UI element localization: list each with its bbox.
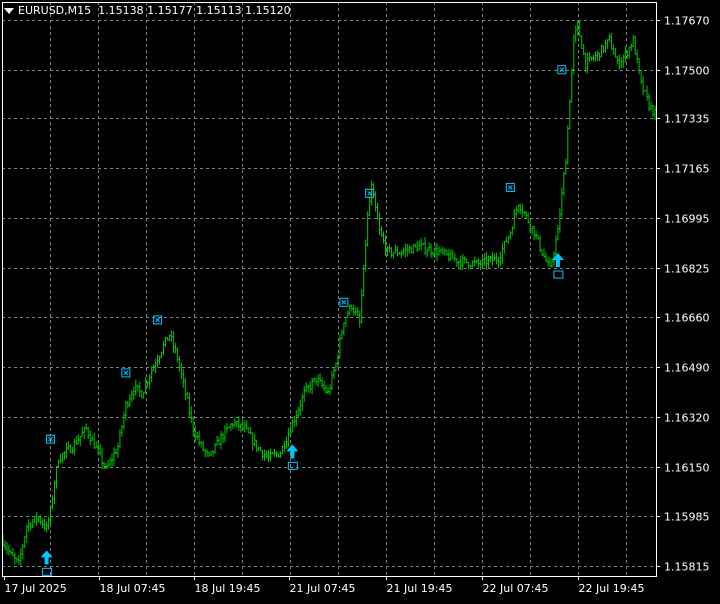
dropdown-triangle-icon[interactable] xyxy=(4,8,14,14)
y-tick-label: 1.17165 xyxy=(664,163,710,176)
chart-canvas[interactable]: 1.17670 1.17500 1.17335 1.17165 1.16995 1.168… xyxy=(0,0,720,600)
marker-layer xyxy=(40,65,567,576)
price-chart[interactable]: 1.17670 1.17500 1.17335 1.17165 1.16995 1.168… xyxy=(0,0,720,600)
x-tick-label: 21 Jul 19:45 xyxy=(387,582,453,595)
trade-marker-cross xyxy=(507,185,513,190)
y-tick-label: 1.17500 xyxy=(664,65,710,78)
grid-layer xyxy=(2,2,656,576)
y-tick-label: 1.17335 xyxy=(664,113,710,126)
symbol-label: EURUSD,M15 xyxy=(18,4,92,17)
x-tick-label: 18 Jul 07:45 xyxy=(100,582,166,595)
trade-marker-cross xyxy=(367,190,372,196)
chart-header[interactable]: EURUSD,M15 1.15138 1.15177 1.15113 1.151… xyxy=(4,4,291,17)
candle-layer xyxy=(1,20,657,567)
ohlc-readout: 1.15138 1.15177 1.15113 1.15120 xyxy=(98,4,291,17)
y-tick-label: 1.16660 xyxy=(664,312,710,325)
y-tick-label: 1.17670 xyxy=(664,15,710,28)
x-tick-label: 22 Jul 07:45 xyxy=(483,582,549,595)
y-tick-label: 1.16320 xyxy=(664,412,710,425)
x-tick-label: 17 Jul 2025 xyxy=(5,582,67,595)
x-tick-label: 21 Jul 07:45 xyxy=(290,582,356,595)
x-tick-label: 18 Jul 19:45 xyxy=(195,582,261,595)
close-marker-icon[interactable] xyxy=(287,461,298,470)
trade-marker-cross xyxy=(123,370,129,376)
axis-layer: 1.17670 1.17500 1.17335 1.17165 1.16995 1.168… xyxy=(2,2,710,595)
trade-marker-cross xyxy=(155,317,160,323)
trade-marker-cross xyxy=(341,299,347,305)
trade-marker-cross xyxy=(559,67,565,73)
y-tick-label: 1.16490 xyxy=(664,362,710,375)
plot-frame xyxy=(2,2,657,577)
y-tick-label: 1.15815 xyxy=(664,561,710,574)
y-tick-label: 1.16150 xyxy=(664,462,710,475)
close-marker-icon[interactable] xyxy=(553,270,564,279)
y-tick-label: 1.16995 xyxy=(664,213,710,226)
y-tick-label: 1.15985 xyxy=(664,511,710,524)
y-tick-label: 1.16825 xyxy=(664,263,710,276)
x-tick-label: 22 Jul 19:45 xyxy=(579,582,645,595)
